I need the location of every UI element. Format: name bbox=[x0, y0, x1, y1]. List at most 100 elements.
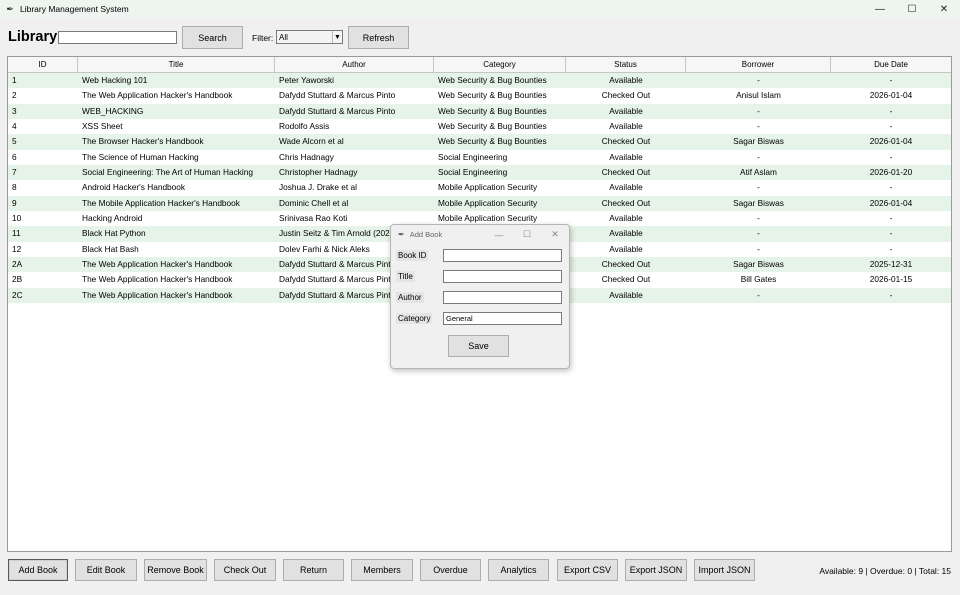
maximize-icon[interactable]: ☐ bbox=[896, 0, 928, 18]
cell-author: Dafydd Stuttard & Marcus Pinto bbox=[279, 105, 396, 116]
author-field[interactable] bbox=[443, 291, 562, 304]
cell-id: 10 bbox=[12, 213, 22, 224]
close-icon[interactable]: ✕ bbox=[928, 0, 960, 18]
export-json-button[interactable]: Export JSON bbox=[625, 559, 687, 581]
book-id-label: Book ID bbox=[396, 250, 429, 261]
category-field[interactable] bbox=[443, 312, 562, 325]
table-row[interactable]: 9 The Mobile Application Hacker's Handboo… bbox=[8, 195, 951, 212]
cell-due-date: 2026-01-15 bbox=[869, 274, 913, 285]
overdue-button[interactable]: Overdue bbox=[420, 559, 481, 581]
cell-id: 6 bbox=[12, 151, 17, 162]
export-csv-button[interactable]: Export CSV bbox=[557, 559, 618, 581]
cell-author: Joshua J. Drake et al bbox=[279, 182, 357, 193]
table-row[interactable]: 8 Android Hacker's Handbook Joshua J. Drak… bbox=[8, 180, 951, 195]
table-row[interactable]: 6 The Science of Human Hacking Chris Hadna… bbox=[8, 150, 951, 165]
cell-status: Available bbox=[609, 105, 643, 116]
cell-status: Available bbox=[609, 121, 643, 132]
cell-category: Web Security & Bug Bounties bbox=[438, 136, 547, 147]
cell-borrower: - bbox=[757, 121, 760, 132]
cell-title: Android Hacker's Handbook bbox=[82, 182, 186, 193]
window-controls: — ☐ ✕ bbox=[864, 0, 960, 18]
maximize-icon[interactable]: ☐ bbox=[513, 225, 541, 244]
chevron-down-icon[interactable]: ▼ bbox=[332, 31, 342, 43]
cell-due-date: 2026-01-04 bbox=[869, 90, 913, 101]
cell-borrower: Sagar Biswas bbox=[733, 259, 784, 270]
book-id-field[interactable] bbox=[443, 249, 562, 262]
title-label: Title bbox=[396, 271, 415, 282]
cell-status: Available bbox=[609, 151, 643, 162]
cell-borrower: - bbox=[757, 151, 760, 162]
cell-status: Checked Out bbox=[601, 136, 651, 147]
cell-id: 7 bbox=[12, 167, 17, 178]
cell-title: Hacking Android bbox=[82, 213, 143, 224]
cell-author: Peter Yaworski bbox=[279, 75, 335, 85]
cell-due-date: 2026-01-20 bbox=[869, 167, 913, 178]
column-header-due-date[interactable]: Due Date bbox=[831, 57, 951, 73]
table-row[interactable]: 4 XSS Sheet Rodolfo Assis Web Security & Bu… bbox=[8, 119, 951, 134]
cell-category: Web Security & Bug Bounties bbox=[438, 90, 547, 101]
table-row[interactable]: 2 The Web Application Hacker's Handbook Da… bbox=[8, 88, 951, 103]
cell-title: The Mobile Application Hacker's Handbook bbox=[82, 197, 240, 208]
column-header-status[interactable]: Status bbox=[566, 57, 686, 73]
search-input[interactable] bbox=[58, 31, 177, 44]
cell-id: 1 bbox=[12, 75, 17, 85]
minimize-icon[interactable]: — bbox=[864, 0, 896, 18]
column-header-id[interactable]: ID bbox=[8, 57, 78, 73]
search-button[interactable]: Search bbox=[182, 26, 243, 49]
cell-id: 8 bbox=[12, 182, 17, 193]
add-book-dialog: ✒ Add Book — ☐ ✕ Book ID Title Author Ca… bbox=[390, 224, 570, 369]
import-json-button[interactable]: Import JSON bbox=[694, 559, 755, 581]
cell-status: Checked Out bbox=[601, 167, 651, 178]
column-header-borrower[interactable]: Borrower bbox=[686, 57, 831, 73]
filter-selected-value: All bbox=[279, 32, 288, 42]
cell-title: The Web Application Hacker's Handbook bbox=[82, 289, 233, 300]
cell-status: Available bbox=[609, 213, 643, 224]
filter-select[interactable]: All ▼ bbox=[276, 30, 343, 44]
cell-title: XSS Sheet bbox=[82, 121, 123, 132]
cell-borrower: Bill Gates bbox=[740, 274, 777, 285]
category-label: Category bbox=[396, 313, 433, 324]
edit-book-button[interactable]: Edit Book bbox=[75, 559, 137, 581]
save-button[interactable]: Save bbox=[448, 335, 509, 357]
table-row[interactable]: 3 WEB_HACKING Dafydd Stuttard & Marcus Pin… bbox=[8, 103, 951, 120]
cell-status: Checked Out bbox=[601, 274, 651, 285]
refresh-button[interactable]: Refresh bbox=[348, 26, 409, 49]
cell-category: Social Engineering bbox=[438, 167, 508, 178]
cell-due-date: 2025-12-31 bbox=[869, 259, 913, 270]
table-row[interactable]: 7 Social Engineering: The Art of Human Ha… bbox=[8, 165, 951, 181]
cell-due-date: - bbox=[889, 121, 893, 132]
members-button[interactable]: Members bbox=[351, 559, 413, 581]
cell-category: Web Security & Bug Bounties bbox=[438, 75, 547, 85]
cell-borrower: - bbox=[757, 213, 760, 224]
check-out-button[interactable]: Check Out bbox=[214, 559, 276, 581]
cell-borrower: Sagar Biswas bbox=[733, 136, 784, 147]
cell-category: Mobile Application Security bbox=[438, 197, 538, 208]
cell-title: The Science of Human Hacking bbox=[82, 151, 199, 162]
column-header-author[interactable]: Author bbox=[275, 57, 434, 73]
status-summary: Available: 9 | Overdue: 0 | Total: 15 bbox=[819, 566, 951, 576]
close-icon[interactable]: ✕ bbox=[541, 225, 569, 244]
analytics-button[interactable]: Analytics bbox=[488, 559, 549, 581]
title-field[interactable] bbox=[443, 270, 562, 283]
minimize-icon[interactable]: — bbox=[485, 225, 513, 244]
column-header-title[interactable]: Title bbox=[78, 57, 275, 73]
cell-due-date: - bbox=[889, 243, 893, 254]
cell-status: Checked Out bbox=[601, 197, 651, 208]
cell-title: The Web Application Hacker's Handbook bbox=[82, 274, 233, 285]
add-book-button[interactable]: Add Book bbox=[8, 559, 68, 581]
cell-status: Checked Out bbox=[601, 259, 651, 270]
table-row[interactable]: 1 Web Hacking 101 Peter Yaworski Web Securi… bbox=[8, 73, 951, 89]
table-row[interactable]: 5 The Browser Hacker's Handbook Wade Alcor… bbox=[8, 134, 951, 150]
column-header-category[interactable]: Category bbox=[434, 57, 566, 73]
dialog-window-controls: — ☐ ✕ bbox=[485, 225, 569, 244]
cell-title: Web Hacking 101 bbox=[82, 75, 148, 85]
remove-book-button[interactable]: Remove Book bbox=[144, 559, 207, 581]
cell-due-date: 2026-01-04 bbox=[869, 136, 913, 147]
return-button[interactable]: Return bbox=[283, 559, 344, 581]
cell-title: The Web Application Hacker's Handbook bbox=[82, 259, 233, 270]
cell-due-date: - bbox=[889, 213, 893, 224]
cell-status: Checked Out bbox=[601, 90, 651, 101]
cell-id: 11 bbox=[12, 228, 21, 239]
cell-id: 4 bbox=[12, 121, 17, 132]
dialog-title: Add Book bbox=[409, 230, 443, 239]
